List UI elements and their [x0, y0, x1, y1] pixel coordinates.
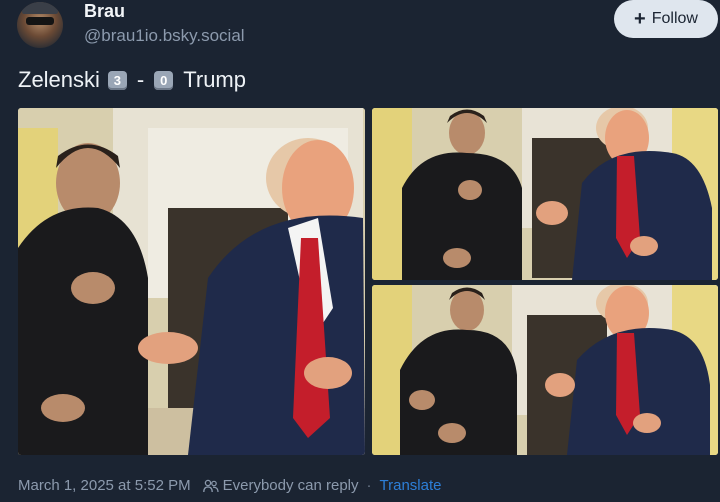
post-header: Brau @brau1io.bsky.social + Follow: [0, 0, 720, 56]
keycap-score-right: 0: [154, 71, 173, 90]
author-display-name[interactable]: Brau: [84, 1, 125, 22]
post-text: Zelenski 3 - 0 Trump: [18, 67, 246, 93]
post-image-top-right[interactable]: [372, 108, 718, 280]
avatar-sunglasses: [26, 17, 54, 25]
post-text-trump: Trump: [183, 67, 246, 93]
follow-button-label: Follow: [652, 10, 698, 28]
plus-icon: +: [634, 8, 646, 31]
post-image-bottom-right[interactable]: [372, 285, 718, 455]
keycap-score-left: 3: [108, 71, 127, 90]
reply-setting: Everybody can reply: [223, 477, 359, 494]
avatar-cap: [22, 2, 58, 14]
author-avatar[interactable]: [17, 2, 63, 48]
footer-separator: ·: [367, 477, 372, 494]
translate-link[interactable]: Translate: [380, 477, 442, 494]
post-footer: March 1, 2025 at 5:52 PM Everybody can r…: [18, 477, 442, 494]
post-text-zelenski: Zelenski: [18, 67, 100, 93]
follow-button[interactable]: + Follow: [614, 0, 718, 38]
post-text-dash: -: [137, 67, 144, 93]
post-timestamp[interactable]: March 1, 2025 at 5:52 PM: [18, 477, 191, 494]
post-image-main[interactable]: [18, 108, 365, 455]
author-handle[interactable]: @brau1io.bsky.social: [84, 26, 245, 46]
people-icon: [203, 479, 219, 493]
